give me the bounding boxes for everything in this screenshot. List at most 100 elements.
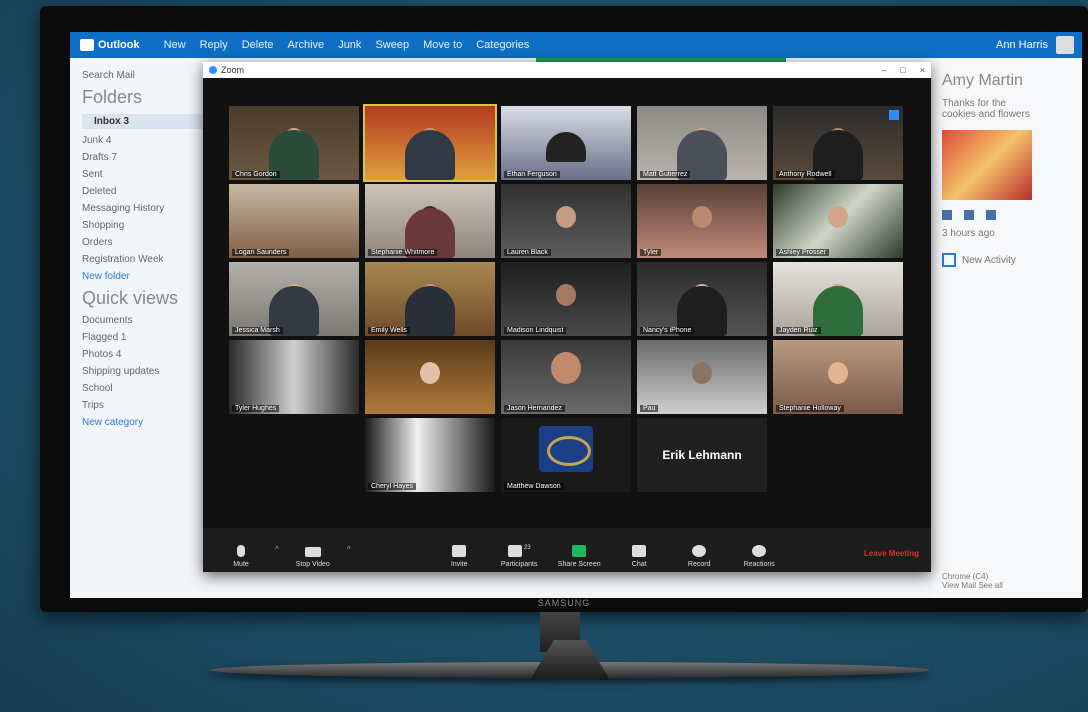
participant-count: 23: [523, 545, 531, 551]
folders-heading: Folders: [82, 87, 143, 107]
people-footer: Chrome (C4) View Mail See all: [942, 572, 1003, 590]
mute-button[interactable]: Mute: [211, 545, 271, 568]
leave-meeting-button[interactable]: Leave Meeting: [864, 549, 923, 558]
video-tile[interactable]: Matt Gutierrez: [637, 106, 767, 180]
participant-name-large: Erik Lehmann: [662, 448, 742, 462]
video-tile[interactable]: Chris Gordon: [229, 106, 359, 180]
participant-head: [420, 362, 440, 384]
folder-item[interactable]: Deleted: [82, 186, 222, 197]
mic-status-icon: [889, 110, 899, 120]
share-screen-button[interactable]: Share Screen: [549, 545, 609, 568]
participant-name: Jason Hernandez: [504, 405, 565, 412]
contact-photo[interactable]: [942, 130, 1032, 200]
checkbox-icon[interactable]: [942, 253, 956, 267]
video-tile[interactable]: Stephanie Whitmore: [365, 184, 495, 258]
outlook-logo[interactable]: Outlook: [70, 39, 150, 51]
video-tile[interactable]: Jason Hernandez: [501, 340, 631, 414]
participant-name: Jessica Marsh: [232, 327, 283, 334]
quick-view-item[interactable]: Documents: [82, 315, 222, 326]
video-tile[interactable]: Anthony Rodwell: [773, 106, 903, 180]
cmd-sweep[interactable]: Sweep: [375, 39, 409, 51]
video-options-caret[interactable]: ^: [347, 545, 351, 554]
microphone-icon: [237, 545, 245, 557]
video-tile[interactable]: Ethan Ferguson: [501, 106, 631, 180]
new-category-link[interactable]: New category: [82, 417, 222, 428]
stop-video-label: Stop Video: [295, 561, 330, 568]
video-tile[interactable]: Tyler: [637, 184, 767, 258]
video-tile[interactable]: Stephanie Holloway: [773, 340, 903, 414]
folder-inbox[interactable]: Inbox 3: [82, 114, 222, 129]
footer-chat[interactable]: Chrome (C4): [942, 572, 1003, 581]
participant-name: Lauren Black: [504, 249, 551, 256]
meeting-controls: Mute ^ Stop Video ^ Invite 23 Participan…: [203, 528, 931, 572]
cmd-reply[interactable]: Reply: [200, 39, 228, 51]
close-button[interactable]: ×: [920, 65, 925, 75]
cmd-junk[interactable]: Junk: [338, 39, 361, 51]
maximize-button[interactable]: □: [900, 65, 905, 75]
participant-name: Logan Saunders: [232, 249, 290, 256]
participants-button[interactable]: 23 Participants: [489, 545, 549, 568]
video-tile[interactable]: [365, 340, 495, 414]
zoom-title-bar[interactable]: Zoom – □ ×: [203, 62, 931, 78]
participant-name: Tyler: [640, 249, 662, 256]
folder-item[interactable]: Shopping: [82, 220, 222, 231]
quick-view-item[interactable]: Flagged 1: [82, 332, 222, 343]
footer-see-all[interactable]: See all: [978, 581, 1002, 590]
chat-button[interactable]: Chat: [609, 545, 669, 568]
comment-icon[interactable]: [986, 210, 996, 220]
quick-view-item[interactable]: Shipping updates: [82, 366, 222, 377]
folder-item[interactable]: Sent: [82, 169, 222, 180]
cmd-new[interactable]: New: [164, 39, 186, 51]
new-activity-label: New Activity: [962, 254, 1016, 266]
avatar[interactable]: [1056, 36, 1074, 54]
record-button[interactable]: Record: [669, 545, 729, 568]
participant-name: Matthew Dawson: [504, 483, 564, 490]
search-mail[interactable]: Search Mail: [82, 70, 222, 81]
video-tile[interactable]: Jessica Marsh: [229, 262, 359, 336]
video-tile[interactable]: Tyler Hughes: [229, 340, 359, 414]
audio-options-caret[interactable]: ^: [275, 545, 279, 554]
quick-view-item[interactable]: Photos 4: [82, 349, 222, 360]
quick-view-item[interactable]: School: [82, 383, 222, 394]
gallery-view: Chris Gordon Ethan Ferguson Matt Gutierr…: [229, 104, 905, 514]
reactions-button[interactable]: Reactions: [729, 545, 789, 568]
folder-item[interactable]: Junk 4: [82, 135, 222, 146]
video-tile[interactable]: Logan Saunders: [229, 184, 359, 258]
facebook-icon[interactable]: [942, 210, 952, 220]
cmd-move[interactable]: Move to: [423, 39, 462, 51]
video-tile[interactable]: Jayden Ruiz: [773, 262, 903, 336]
participant-head: [556, 206, 576, 228]
quick-view-item[interactable]: Trips: [82, 400, 222, 411]
invite-button[interactable]: Invite: [429, 545, 489, 568]
new-folder-link[interactable]: New folder: [82, 271, 222, 282]
folder-item[interactable]: Orders: [82, 237, 222, 248]
folder-item[interactable]: Registration Week: [82, 254, 222, 265]
contact-name[interactable]: Amy Martin: [942, 72, 1072, 90]
video-tile[interactable]: Madison Lindquist: [501, 262, 631, 336]
participant-name: Anthony Rodwell: [776, 171, 835, 178]
cmd-archive[interactable]: Archive: [288, 39, 325, 51]
participant-name: Ethan Ferguson: [504, 171, 560, 178]
footer-view[interactable]: View Mail: [942, 581, 976, 590]
cmd-delete[interactable]: Delete: [242, 39, 274, 51]
minimize-button[interactable]: –: [881, 65, 886, 75]
video-tile[interactable]: Cheryl Hayes: [365, 418, 495, 492]
folder-item[interactable]: Messaging History: [82, 203, 222, 214]
video-tile-active-speaker[interactable]: [363, 104, 497, 182]
like-icon[interactable]: [964, 210, 974, 220]
video-tile[interactable]: Nancy's iPhone: [637, 262, 767, 336]
outlook-user-area[interactable]: Ann Harris: [996, 36, 1082, 54]
invite-icon: [452, 545, 467, 557]
video-tile[interactable]: Pau: [637, 340, 767, 414]
video-tile[interactable]: Ashley Prosser: [773, 184, 903, 258]
video-tile-off[interactable]: Erik Lehmann: [637, 418, 767, 492]
new-activity-toggle[interactable]: New Activity: [942, 253, 1072, 267]
stop-video-button[interactable]: Stop Video: [283, 547, 343, 568]
video-tile[interactable]: Matthew Dawson: [501, 418, 631, 492]
participant-name: Stephanie Holloway: [776, 405, 844, 412]
video-tile[interactable]: Lauren Black: [501, 184, 631, 258]
cmd-categories[interactable]: Categories: [476, 39, 529, 51]
folder-item[interactable]: Drafts 7: [82, 152, 222, 163]
participant-name: Pau: [640, 405, 659, 412]
video-tile[interactable]: Emily Wells: [365, 262, 495, 336]
